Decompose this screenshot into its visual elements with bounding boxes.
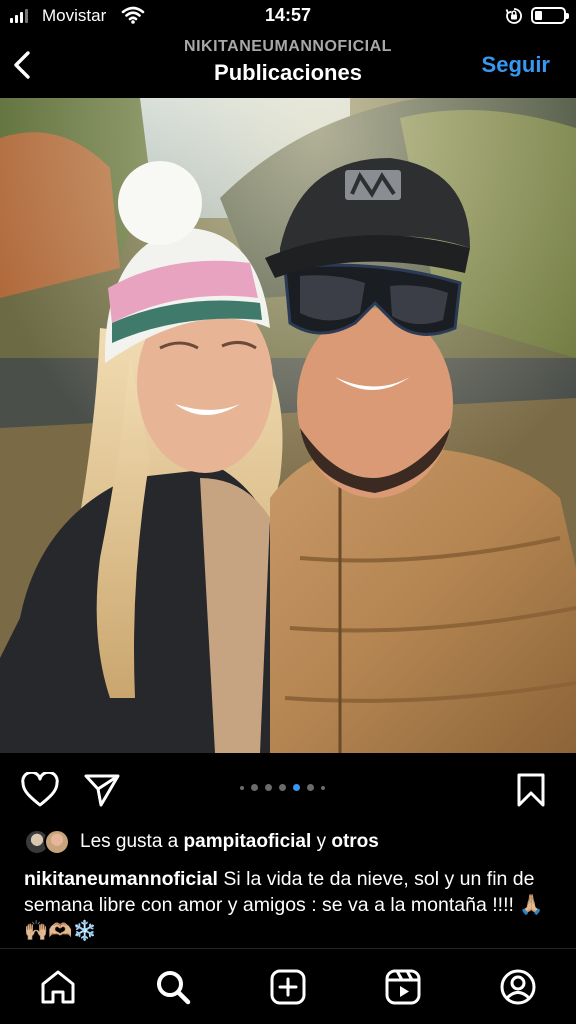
profile-icon xyxy=(500,969,536,1005)
nav-reels[interactable] xyxy=(383,967,423,1007)
bottom-tab-bar xyxy=(0,948,576,1024)
avatar xyxy=(44,829,70,855)
nav-create[interactable] xyxy=(268,967,308,1007)
liker-username[interactable]: pampitaoficial xyxy=(184,831,312,853)
follow-button[interactable]: Seguir xyxy=(482,52,550,78)
status-time: 14:57 xyxy=(264,5,312,25)
post-photo-illustration xyxy=(0,98,576,753)
home-icon xyxy=(41,970,75,1004)
heart-icon[interactable] xyxy=(20,772,60,808)
post-action-bar xyxy=(0,760,576,820)
create-icon xyxy=(270,969,306,1005)
post-caption: nikitaneumannoficial Si la vida te da ni… xyxy=(24,866,554,944)
orientation-lock-icon xyxy=(505,8,522,24)
send-icon[interactable] xyxy=(83,772,121,808)
likes-summary[interactable]: Les gusta a pampitaoficial y otros xyxy=(24,826,379,858)
top-nav-header: NIKITANEUMANNOFICIAL Publicaciones Segui… xyxy=(0,34,576,98)
nav-profile[interactable] xyxy=(498,967,538,1007)
post-image[interactable] xyxy=(0,98,576,753)
nav-home[interactable] xyxy=(38,967,78,1007)
nav-search[interactable] xyxy=(153,967,193,1007)
reels-icon xyxy=(385,969,421,1005)
carousel-indicator xyxy=(240,784,325,791)
bookmark-icon[interactable] xyxy=(514,772,548,808)
likes-joiner: y xyxy=(316,831,327,852)
battery-icon xyxy=(531,7,569,24)
status-bar: Movistar 14:57 xyxy=(0,0,576,34)
caption-username[interactable]: nikitaneumannoficial xyxy=(24,868,218,890)
likes-others-link[interactable]: otros xyxy=(331,831,379,853)
liker-avatars xyxy=(24,827,80,857)
search-icon xyxy=(157,971,191,1005)
likes-prefix: Les gusta a xyxy=(80,831,179,852)
